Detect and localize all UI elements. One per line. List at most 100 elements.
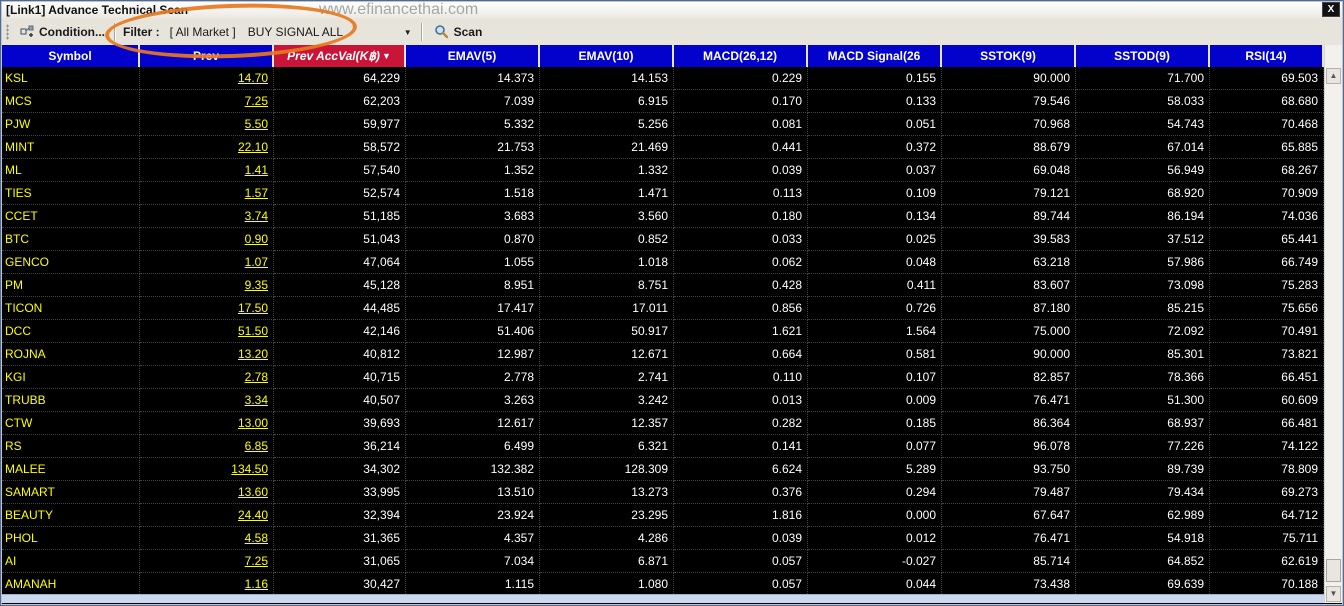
cell-prev[interactable]: 51.50 [140,320,274,343]
cell-macd: 0.441 [674,136,808,159]
cell-symbol: AMANAH [2,573,140,596]
cell-prev[interactable]: 6.85 [140,435,274,458]
cell-emav10: 0.852 [540,228,674,251]
column-header-rsi[interactable]: RSI(14) [1210,45,1324,67]
scroll-down-icon[interactable]: ▼ [1326,586,1341,602]
toolbar: Condition... Filter : [ All Market ] BUY… [2,18,1342,46]
table-row[interactable]: CCET 3.74 51,185 3.683 3.560 0.180 0.134 89.744… [2,205,1324,228]
table-row[interactable]: RS 6.85 36,214 6.499 6.321 0.141 0.077 96.078 77… [2,435,1324,458]
cell-prev[interactable]: 134.50 [140,458,274,481]
cell-emav10: 13.273 [540,481,674,504]
cell-emav5: 13.510 [406,481,540,504]
column-header-symbol[interactable]: Symbol [2,45,140,67]
cell-symbol: TRUBB [2,389,140,412]
cell-macd_signal: 0.372 [808,136,942,159]
table-row[interactable]: AI 7.25 31,065 7.034 6.871 0.057 -0.027 85.714 6… [2,550,1324,573]
cell-rsi: 66.481 [1210,412,1324,435]
cell-sstod: 79.434 [1076,481,1210,504]
cell-prev[interactable]: 1.16 [140,573,274,596]
cell-rsi: 62.619 [1210,550,1324,573]
column-header-emav10[interactable]: EMAV(10) [540,45,674,67]
close-button[interactable]: X [1322,2,1340,17]
cell-prev[interactable]: 24.40 [140,504,274,527]
cell-prev[interactable]: 3.34 [140,389,274,412]
scroll-up-icon[interactable]: ▲ [1326,68,1341,84]
cell-symbol: CCET [2,205,140,228]
cell-macd_signal: 0.025 [808,228,942,251]
cell-sstok: 73.438 [942,573,1076,596]
cell-sstok: 82.857 [942,366,1076,389]
table-row[interactable]: MINT 22.10 58,572 21.753 21.469 0.441 0.372 88.… [2,136,1324,159]
signal-dropdown[interactable]: BUY SIGNAL ALL ▼ [242,25,418,39]
table-row[interactable]: KGI 2.78 40,715 2.778 2.741 0.110 0.107 82.857 7… [2,366,1324,389]
column-header-acc[interactable]: Prev AccVal(K฿) ▼ [274,45,406,67]
cell-prev[interactable]: 13.00 [140,412,274,435]
cell-emav5: 7.034 [406,550,540,573]
cell-sstok: 67.647 [942,504,1076,527]
table-row[interactable]: CTW 13.00 39,693 12.617 12.357 0.282 0.185 86.3… [2,412,1324,435]
scan-button[interactable]: Scan [426,21,491,42]
table-row[interactable]: DCC 51.50 42,146 51.406 50.917 1.621 1.564 75.0… [2,320,1324,343]
condition-button[interactable]: Condition... [14,22,111,42]
table-row[interactable]: BTC 0.90 51,043 0.870 0.852 0.033 0.025 39.583 3… [2,228,1324,251]
cell-prev[interactable]: 0.90 [140,228,274,251]
cell-rsi: 75.656 [1210,297,1324,320]
cell-acc: 31,365 [274,527,406,550]
table-row[interactable]: ROJNA 13.20 40,812 12.987 12.671 0.664 0.581 90… [2,343,1324,366]
cell-prev[interactable]: 3.74 [140,205,274,228]
cell-prev[interactable]: 22.10 [140,136,274,159]
column-header-macd_signal[interactable]: MACD Signal(26 [808,45,942,67]
cell-macd: 0.062 [674,251,808,274]
table-row[interactable]: ML 1.41 57,540 1.352 1.332 0.039 0.037 69.048 56… [2,159,1324,182]
cell-prev[interactable]: 9.35 [140,274,274,297]
cell-acc: 51,043 [274,228,406,251]
table-row[interactable]: GENCO 1.07 47,064 1.055 1.018 0.062 0.048 63.21… [2,251,1324,274]
cell-prev[interactable]: 17.50 [140,297,274,320]
table-row[interactable]: BEAUTY 24.40 32,394 23.924 23.295 1.816 0.000 6… [2,504,1324,527]
cell-sstod: 72.092 [1076,320,1210,343]
cell-prev[interactable]: 1.41 [140,159,274,182]
table-row[interactable]: AMANAH 1.16 30,427 1.115 1.080 0.057 0.044 73.4… [2,573,1324,596]
cell-prev[interactable]: 1.57 [140,182,274,205]
cell-prev[interactable]: 14.70 [140,67,274,90]
cell-prev[interactable]: 13.20 [140,343,274,366]
cell-emav10: 4.286 [540,527,674,550]
cell-prev[interactable]: 13.60 [140,481,274,504]
table-row[interactable]: MALEE 134.50 34,302 132.382 128.309 6.624 5.28… [2,458,1324,481]
column-header-sstod[interactable]: SSTOD(9) [1076,45,1210,67]
cell-prev[interactable]: 1.07 [140,251,274,274]
cell-prev[interactable]: 4.58 [140,527,274,550]
table-row[interactable]: PJW 5.50 59,977 5.332 5.256 0.081 0.051 70.968 5… [2,113,1324,136]
cell-emav10: 12.357 [540,412,674,435]
column-header-prev[interactable]: Prev [140,45,274,67]
table-row[interactable]: SAMART 13.60 33,995 13.510 13.273 0.376 0.294 7… [2,481,1324,504]
table-row[interactable]: TRUBB 3.34 40,507 3.263 3.242 0.013 0.009 76.47… [2,389,1324,412]
cell-emav10: 14.153 [540,67,674,90]
cell-emav10: 8.751 [540,274,674,297]
cell-rsi: 70.909 [1210,182,1324,205]
vertical-scrollbar[interactable]: ▲ ▼ [1324,45,1342,603]
table-row[interactable]: TIES 1.57 52,574 1.518 1.471 0.113 0.109 79.121… [2,182,1324,205]
column-header-sstok[interactable]: SSTOK(9) [942,45,1076,67]
table-row[interactable]: PM 9.35 45,128 8.951 8.751 0.428 0.411 83.607 73… [2,274,1324,297]
cell-macd_signal: 0.037 [808,159,942,182]
cell-sstod: 58.033 [1076,90,1210,113]
cell-prev[interactable]: 7.25 [140,550,274,573]
scrollbar-thumb[interactable] [1326,559,1341,582]
table-row[interactable]: PHOL 4.58 31,365 4.357 4.286 0.039 0.012 76.471… [2,527,1324,550]
cell-emav10: 1.332 [540,159,674,182]
toolbar-grip-handle[interactable] [6,23,9,40]
horizontal-scrollbar[interactable] [2,594,1324,603]
chevron-down-icon[interactable]: ▼ [372,26,418,37]
cell-prev[interactable]: 2.78 [140,366,274,389]
table-row[interactable]: MCS 7.25 62,203 7.039 6.915 0.170 0.133 79.546 5… [2,90,1324,113]
table-row[interactable]: TICON 17.50 44,485 17.417 17.011 0.856 0.726 87… [2,297,1324,320]
column-header-emav5[interactable]: EMAV(5) [406,45,540,67]
column-header-macd[interactable]: MACD(26,12) [674,45,808,67]
cell-prev[interactable]: 5.50 [140,113,274,136]
cell-macd_signal: 0.294 [808,481,942,504]
cell-macd: 1.621 [674,320,808,343]
cell-prev[interactable]: 7.25 [140,90,274,113]
title-bar: [Link1] Advance Technical Scan [2,2,1342,18]
table-row[interactable]: KSL 14.70 64,229 14.373 14.153 0.229 0.155 90.0… [2,67,1324,90]
